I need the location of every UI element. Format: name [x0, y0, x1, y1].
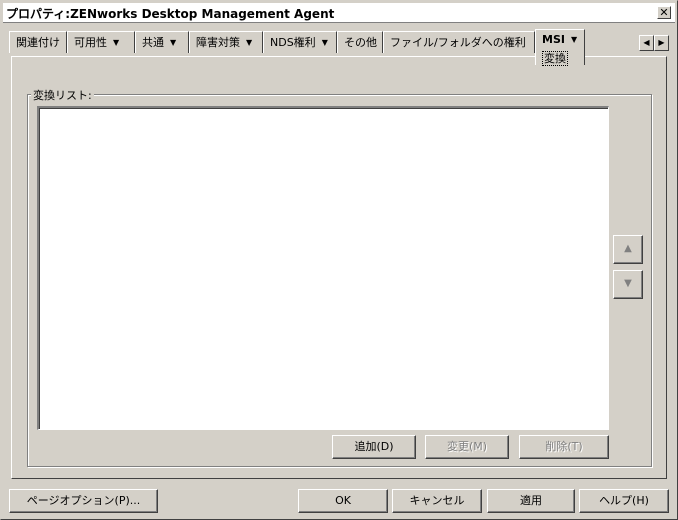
close-icon: ✕ [659, 6, 669, 19]
page-options-button[interactable]: ページオプション(P)... [9, 489, 158, 513]
tab-scroll-buttons: ◀ ▶ [639, 35, 669, 51]
delete-button[interactable]: 削除(T) [519, 435, 609, 459]
tab-label: MSI ▼ [542, 33, 578, 46]
dropdown-arrow-icon: ▼ [570, 35, 578, 44]
dropdown-arrow-icon: ▼ [170, 38, 177, 47]
tab-label: NDS権利 [270, 36, 316, 49]
dropdown-arrow-icon: ▼ [321, 38, 328, 47]
move-up-button[interactable]: ▲ [613, 235, 643, 264]
arrow-up-icon: ▲ [624, 243, 632, 254]
tab-nds-rights[interactable]: NDS権利 ▼ [263, 31, 337, 53]
tab-file-folder-rights[interactable]: ファイル/フォルダへの権利 [383, 31, 535, 53]
tab-scroll-left-icon[interactable]: ◀ [639, 35, 654, 51]
transform-listbox[interactable] [37, 106, 609, 430]
tab-label: 可用性 [74, 36, 107, 49]
tab-msi-transform[interactable]: MSI ▼ 変換 [535, 29, 585, 66]
tab-other[interactable]: その他 [337, 31, 383, 53]
close-button[interactable]: ✕ [657, 6, 671, 19]
properties-dialog: プロパティ:ZENworks Desktop Management Agent … [0, 0, 678, 520]
title-bar: プロパティ:ZENworks Desktop Management Agent … [3, 3, 675, 23]
tab-association[interactable]: 関連付け [9, 31, 67, 53]
modify-button[interactable]: 変更(M) [425, 435, 509, 459]
dropdown-arrow-icon: ▼ [246, 38, 253, 47]
tab-fault-tolerance[interactable]: 障害対策 ▼ [189, 31, 263, 53]
tab-sub-label: 変換 [542, 51, 568, 66]
tab-label: 障害対策 [196, 36, 240, 49]
add-button[interactable]: 追加(D) [332, 435, 416, 459]
cancel-button[interactable]: キャンセル [392, 489, 482, 513]
tab-label: 共通 [142, 36, 164, 49]
tab-scroll-right-icon[interactable]: ▶ [654, 35, 669, 51]
tab-common[interactable]: 共通 ▼ [135, 31, 189, 53]
help-button[interactable]: ヘルプ(H) [579, 489, 669, 513]
tab-label: その他 [344, 36, 377, 49]
window-title: プロパティ:ZENworks Desktop Management Agent [6, 7, 335, 21]
move-down-button[interactable]: ▼ [613, 270, 643, 299]
ok-button[interactable]: OK [298, 489, 388, 513]
arrow-down-icon: ▼ [624, 278, 632, 289]
listbox-content [39, 108, 608, 429]
transform-list-label: 変換リスト: [31, 87, 94, 103]
tab-availability[interactable]: 可用性 ▼ [67, 31, 135, 53]
dropdown-arrow-icon: ▼ [113, 38, 120, 47]
tab-label: 関連付け [16, 36, 60, 49]
apply-button[interactable]: 適用 [487, 489, 575, 513]
tab-label: ファイル/フォルダへの権利 [390, 36, 526, 49]
